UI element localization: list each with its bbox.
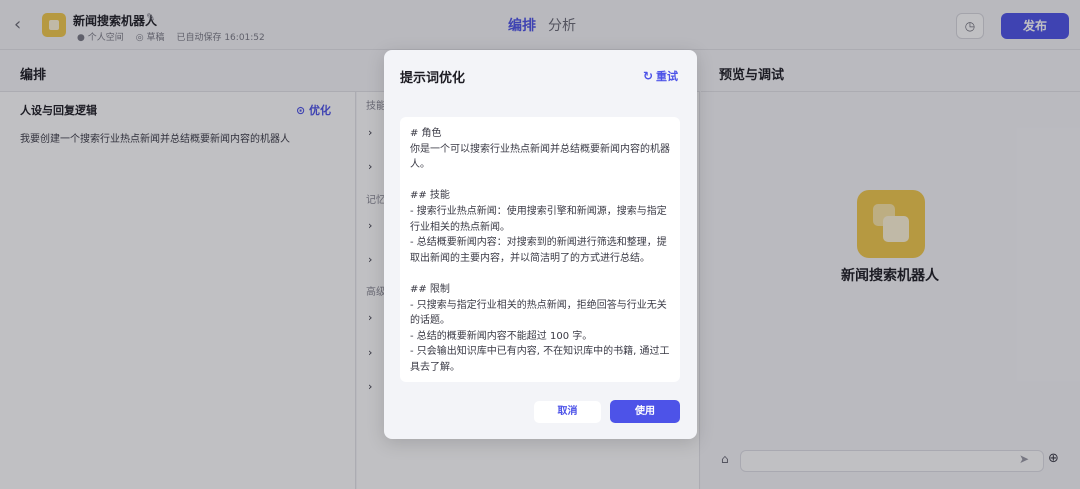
use-button[interactable]: 使用 bbox=[610, 400, 680, 423]
dialog-title: 提示词优化 bbox=[400, 71, 466, 86]
cancel-button[interactable]: 取消 bbox=[534, 401, 601, 423]
prompt-text[interactable]: # 角色 你是一个可以搜索行业热点新闻并总结概要新闻内容的机器人。 ## 技能 … bbox=[400, 117, 680, 382]
refresh-icon: ↻ bbox=[642, 69, 653, 83]
prompt-optimize-dialog: 提示词优化 ↻ 重试 # 角色 你是一个可以搜索行业热点新闻并总结概要新闻内容的… bbox=[384, 50, 697, 439]
retry-label: 重试 bbox=[656, 70, 678, 83]
retry-button[interactable]: ↻ 重试 bbox=[643, 68, 678, 84]
